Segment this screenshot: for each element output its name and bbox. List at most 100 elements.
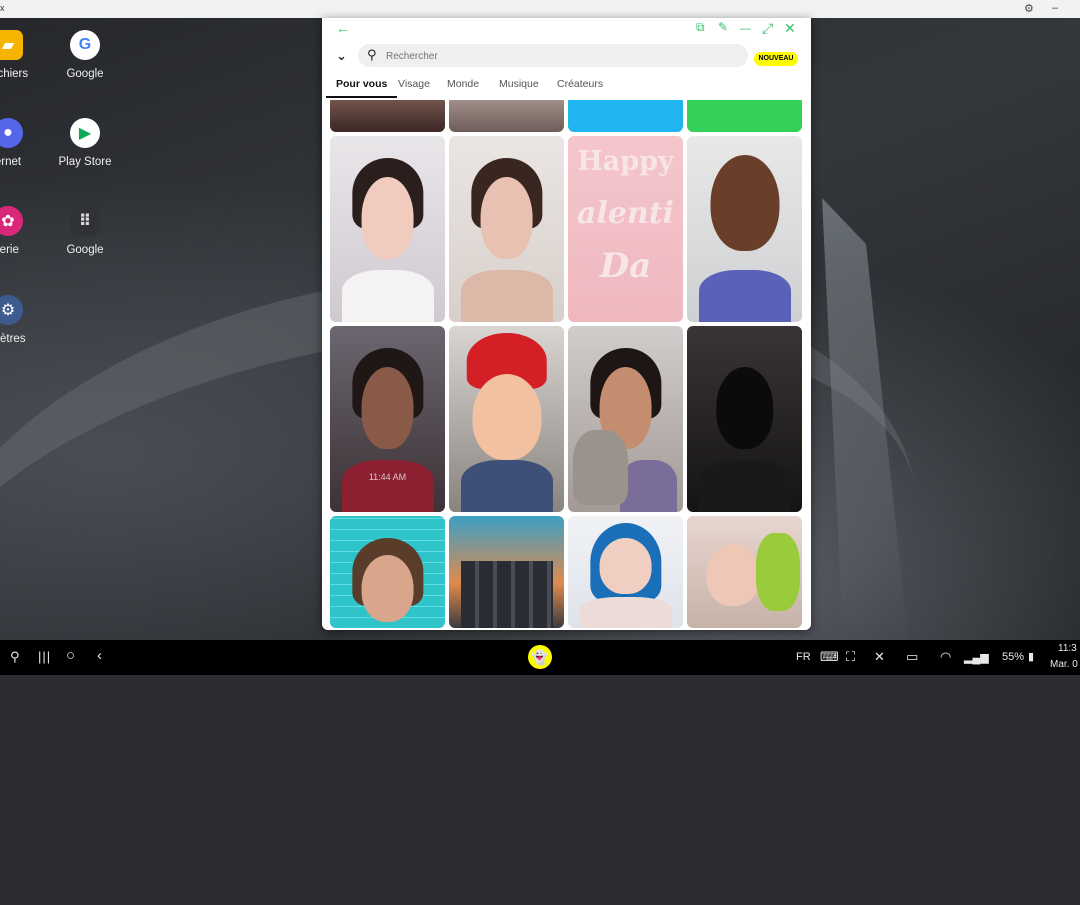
google-folder-glyph: ⠿ (78, 213, 92, 230)
lens-preview-face (715, 366, 774, 449)
signal-icon: ▂▄▆ (964, 652, 989, 664)
clock-date[interactable]: Mar. 0 (1050, 659, 1078, 670)
expand-icon[interactable]: ⤢ (762, 20, 773, 37)
lens-tile-clock: 11:44 AM (368, 472, 407, 482)
lens-preview-face (480, 176, 533, 259)
window-title: x (0, 3, 5, 13)
search-icon: ⚲ (367, 47, 377, 62)
google-glyph: G (78, 36, 92, 53)
new-badge[interactable]: NOUVEAU (754, 52, 798, 66)
battery-icon: ▮ (1028, 651, 1035, 663)
lens-tile[interactable]: 11:44 AM (330, 326, 445, 512)
tab-monde[interactable]: Monde (437, 78, 489, 96)
lens-tile-text-valentine: alenti (577, 196, 674, 231)
google-folder-icon: ⠿ (70, 206, 100, 236)
lens-tile[interactable] (687, 136, 802, 322)
desktop-icon-files[interactable]: ▰ Fichiers (0, 30, 48, 80)
desktop-icon-play-store[interactable]: ▶ Play Store (45, 118, 125, 168)
tab-visage[interactable]: Visage (388, 78, 440, 96)
desktop-icon-gallery[interactable]: ✿ lerie (0, 206, 48, 256)
lens-tile[interactable] (687, 516, 802, 628)
keyboard-icon[interactable]: ⌨ (820, 649, 839, 665)
chevron-down-icon[interactable]: ⌄ (336, 48, 347, 64)
search-icon[interactable]: ⚲ (10, 649, 20, 665)
lens-tile[interactable] (568, 516, 683, 628)
lens-preview-shrek (756, 532, 800, 612)
home-icon[interactable]: ○ (66, 647, 75, 664)
lens-preview-body (698, 459, 791, 512)
desktop-icon-label: Play Store (58, 156, 112, 168)
tab-createurs[interactable]: Créateurs (547, 78, 613, 96)
settings-gear-icon[interactable]: ⚙ (1024, 2, 1034, 15)
wifi-icon[interactable]: ◠ (940, 649, 951, 665)
taskbar: ⚲ ||| ○ ‹ 👻 FR ⌨ ⛶ ✕ ▭ ◠ ▂▄▆ 55% ▮ 11:3 … (0, 640, 1080, 675)
desktop-icon-label: mètres (0, 333, 26, 345)
desktop-icon-label: lerie (0, 244, 19, 256)
google-icon: G (70, 30, 100, 60)
lens-tile-text-day: Da (599, 246, 652, 286)
lens-tile[interactable] (568, 326, 683, 512)
language-indicator[interactable]: FR (796, 651, 811, 663)
desktop-icon-settings[interactable]: ⚙ mètres (0, 295, 48, 345)
pin-icon[interactable]: ✎ (718, 20, 728, 34)
battery-level: 55% (1002, 651, 1025, 663)
desktop-icon-label: Google (66, 68, 104, 80)
lens-tile[interactable] (568, 100, 683, 132)
mute-icon[interactable]: ✕ (874, 649, 885, 665)
lens-tile[interactable] (449, 516, 564, 628)
clock-time[interactable]: 11:3 (1058, 643, 1077, 654)
lens-preview-face (472, 374, 541, 460)
lens-grid: Happy alenti Da 11:44 AM (328, 100, 804, 630)
lens-preview-face (361, 176, 414, 259)
tab-musique[interactable]: Musique (489, 78, 549, 96)
lens-preview-face (361, 555, 414, 623)
lens-tile[interactable] (330, 516, 445, 628)
tab-pour-vous[interactable]: Pour vous (326, 78, 398, 98)
sticker-icon[interactable]: ⧉ (696, 20, 705, 35)
lens-preview-face (706, 544, 760, 606)
lens-tile[interactable]: Happy alenti Da (568, 136, 683, 322)
settings-icon: ⚙ (0, 295, 23, 325)
gallery-glyph: ✿ (1, 213, 15, 230)
internet-icon: ● (0, 118, 23, 148)
lens-preview-face (361, 366, 414, 449)
recent-apps-icon[interactable]: ||| (38, 649, 51, 664)
window-title-bar: x ⚙ – (0, 0, 1080, 19)
screenshot-icon[interactable]: ⛶ (846, 649, 855, 665)
lens-tile-text-happy: Happy (577, 146, 674, 177)
lens-preview-body (460, 269, 553, 322)
lens-preview-body (341, 459, 434, 512)
minimize-icon[interactable]: — (740, 23, 751, 35)
desktop-icon-google[interactable]: G Google (45, 30, 125, 80)
back-arrow-icon[interactable]: ← (336, 20, 350, 36)
back-icon[interactable]: ‹ (97, 647, 102, 664)
lens-preview-cat (572, 430, 628, 505)
lens-tile[interactable] (449, 100, 564, 132)
search-input[interactable] (384, 46, 738, 66)
minimize-window-icon[interactable]: – (1052, 2, 1058, 14)
files-icon: ▰ (0, 30, 23, 60)
desktop-icon-label: Fichiers (0, 68, 29, 80)
lens-preview-body (579, 596, 672, 628)
lens-tile[interactable] (687, 100, 802, 132)
lens-category-tabs: Pour vous Visage Monde Musique Créateurs (326, 78, 806, 100)
search-box[interactable]: ⚲ (358, 44, 748, 67)
lens-tile[interactable] (687, 326, 802, 512)
lens-tile[interactable] (449, 136, 564, 322)
desktop-icon-internet[interactable]: ● ernet (0, 118, 48, 168)
settings-glyph: ⚙ (0, 302, 16, 319)
lens-preview-body (698, 269, 791, 322)
files-glyph: ▰ (1, 37, 15, 54)
lens-tile[interactable] (330, 136, 445, 322)
lens-preview-body (460, 459, 553, 512)
lens-tile[interactable] (449, 326, 564, 512)
notification-icon[interactable]: ▭ (906, 649, 918, 665)
lens-preview-face (710, 154, 779, 252)
close-icon[interactable]: ✕ (784, 20, 796, 37)
lens-preview-face (599, 538, 652, 595)
play-store-glyph: ▶ (78, 125, 92, 142)
snapchat-ghost-icon[interactable]: 👻 (528, 645, 552, 669)
desktop-icon-label: Google (66, 244, 104, 256)
desktop-icon-google-folder[interactable]: ⠿ Google (45, 206, 125, 256)
lens-tile[interactable] (330, 100, 445, 132)
